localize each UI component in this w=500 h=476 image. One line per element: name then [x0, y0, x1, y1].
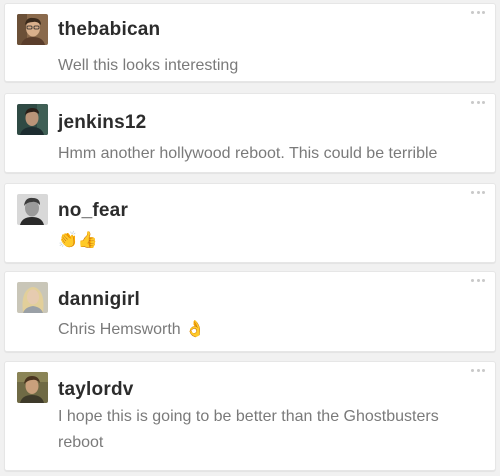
comment-username[interactable]: no_fear	[58, 200, 128, 222]
more-options-icon[interactable]	[471, 9, 485, 15]
comment-feed: thebabican Well this looks interesting j…	[0, 0, 500, 476]
comment-card: thebabican Well this looks interesting	[4, 3, 496, 82]
comment-text: Well this looks interesting	[58, 57, 239, 74]
comment-text: Hmm another hollywood reboot. This could…	[58, 145, 438, 162]
comment-username[interactable]: dannigirl	[58, 289, 140, 311]
user-avatar-icon[interactable]	[17, 194, 48, 225]
user-avatar-icon[interactable]	[17, 282, 48, 313]
comment-username[interactable]: thebabican	[58, 19, 160, 41]
comment-card: dannigirl Chris Hemsworth 👌	[4, 271, 496, 352]
comment-username[interactable]: taylordv	[58, 379, 134, 401]
user-avatar-icon[interactable]	[17, 14, 48, 45]
user-avatar-icon[interactable]	[17, 372, 48, 403]
more-options-icon[interactable]	[471, 277, 485, 283]
more-options-icon[interactable]	[471, 99, 485, 105]
comment-text: Chris Hemsworth 👌	[58, 321, 206, 338]
more-options-icon[interactable]	[471, 367, 485, 373]
more-options-icon[interactable]	[471, 189, 485, 195]
comment-text: 👏👍	[58, 230, 98, 249]
comment-text: I hope this is going to be better than t…	[58, 408, 439, 451]
comment-card: taylordv I hope this is going to be bett…	[4, 361, 496, 471]
comment-card: no_fear 👏👍	[4, 183, 496, 263]
comment-card: jenkins12 Hmm another hollywood reboot. …	[4, 93, 496, 173]
user-avatar-icon[interactable]	[17, 104, 48, 135]
comment-username[interactable]: jenkins12	[58, 112, 146, 134]
